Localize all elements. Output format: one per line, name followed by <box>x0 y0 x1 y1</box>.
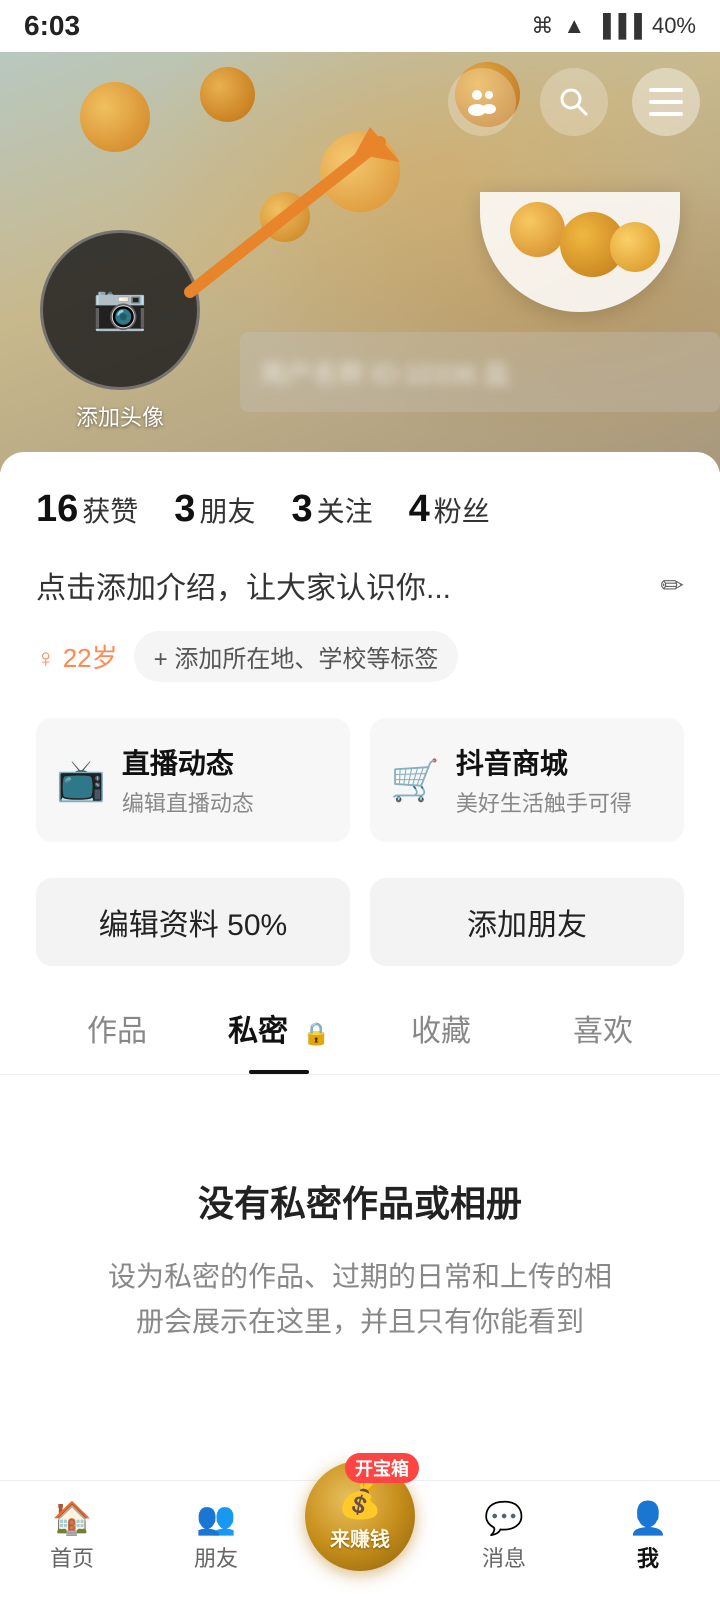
camera-icon: 📷 <box>93 281 148 333</box>
empty-state: 没有私密作品或相册 设为私密的作品、过期的日常和上传的相册会展示在这里，并且只有… <box>36 1075 684 1425</box>
signal-icon: ▐▐▐ <box>595 13 642 39</box>
tab-favorites[interactable]: 收藏 <box>360 1006 522 1074</box>
nav-home[interactable]: 🏠 首页 <box>0 1481 144 1590</box>
status-bar: 6:03 ⌘ ▲ ▐▐▐ 40% <box>0 0 720 52</box>
feature-cards: 📺 直播动态 编辑直播动态 🛒 抖音商城 美好生活触手可得 <box>36 718 684 842</box>
following-label: 关注 <box>317 490 373 530</box>
live-subtitle: 编辑直播动态 <box>122 786 254 818</box>
likes-count: 16 <box>36 488 78 531</box>
nav-earn[interactable]: 开宝箱 💰 来赚钱 <box>288 1481 432 1591</box>
username-blur-area: 用户名称 ID:10336 盐 <box>240 332 720 412</box>
cover-top-icons <box>448 68 700 136</box>
stat-likes[interactable]: 16 获赞 <box>36 488 138 531</box>
bowl-shape <box>480 192 680 312</box>
live-title: 直播动态 <box>122 742 254 782</box>
edit-profile-button[interactable]: 编辑资料 50% <box>36 878 350 966</box>
tab-works[interactable]: 作品 <box>36 1006 198 1074</box>
nav-messages-label: 消息 <box>482 1541 526 1573</box>
tab-likes-label: 喜欢 <box>573 1015 633 1048</box>
tab-private-label: 私密 <box>228 1015 288 1048</box>
likes-label: 获赞 <box>82 490 138 530</box>
stat-following[interactable]: 3 关注 <box>291 488 372 531</box>
earn-icon: 💰 <box>338 1479 383 1521</box>
feature-card-shop-text: 抖音商城 美好生活触手可得 <box>456 742 632 818</box>
tab-favorites-label: 收藏 <box>411 1015 471 1048</box>
cover-area: 📷 添加头像 用户名称 ID:10336 盐 <box>0 52 720 472</box>
me-icon: 👤 <box>628 1499 668 1537</box>
home-icon: 🏠 <box>52 1499 92 1537</box>
status-icons: ⌘ ▲ ▐▐▐ 40% <box>531 13 696 39</box>
stat-fans[interactable]: 4 粉丝 <box>409 488 490 531</box>
username-text: 用户名称 ID:10336 盐 <box>260 354 510 391</box>
add-friend-button[interactable]: 添加朋友 <box>370 878 684 966</box>
nav-friends[interactable]: 👥 朋友 <box>144 1481 288 1590</box>
bowl-fruit-1 <box>510 202 565 257</box>
nav-friends-label: 朋友 <box>194 1541 238 1573</box>
status-time: 6:03 <box>24 10 80 42</box>
feature-card-live-text: 直播动态 编辑直播动态 <box>122 742 254 818</box>
following-count: 3 <box>291 488 312 531</box>
nav-me[interactable]: 👤 我 <box>576 1481 720 1590</box>
live-icon: 📺 <box>56 757 106 804</box>
avatar-circle[interactable]: 📷 <box>40 230 200 390</box>
fans-count: 4 <box>409 488 430 531</box>
bottom-nav: 🏠 首页 👥 朋友 开宝箱 💰 来赚钱 💬 消息 👤 我 <box>0 1480 720 1600</box>
lock-icon: 🔒 <box>302 1021 329 1046</box>
bowl-fruit-3 <box>610 222 660 272</box>
feature-card-live[interactable]: 📺 直播动态 编辑直播动态 <box>36 718 350 842</box>
battery-icon: 40% <box>652 13 696 39</box>
earn-badge: 开宝箱 <box>345 1453 419 1483</box>
nav-messages[interactable]: 💬 消息 <box>432 1481 576 1590</box>
fruit-decoration-2 <box>200 67 255 122</box>
stat-friends[interactable]: 3 朋友 <box>174 488 255 531</box>
earn-button[interactable]: 开宝箱 💰 来赚钱 <box>305 1461 415 1571</box>
fruit-decoration-3 <box>320 132 400 212</box>
tabs-row: 作品 私密 🔒 收藏 喜欢 <box>0 1006 720 1075</box>
menu-icon-btn[interactable] <box>632 68 700 136</box>
gender-age-tag: ♀ 22岁 <box>36 638 118 675</box>
add-tag-button[interactable]: + 添加所在地、学校等标签 <box>134 631 459 682</box>
earn-label: 来赚钱 <box>330 1523 390 1552</box>
friends-nav-icon: 👥 <box>196 1499 236 1537</box>
avatar-area[interactable]: 📷 添加头像 <box>40 230 200 432</box>
add-avatar-label: 添加头像 <box>76 400 164 432</box>
shop-icon: 🛒 <box>390 757 440 804</box>
bio-text: 点击添加介绍，让大家认识你... <box>36 563 645 607</box>
stats-row: 16 获赞 3 朋友 3 关注 4 粉丝 <box>36 488 684 531</box>
tab-works-label: 作品 <box>87 1015 147 1048</box>
feature-card-shop[interactable]: 🛒 抖音商城 美好生活触手可得 <box>370 718 684 842</box>
shop-title: 抖音商城 <box>456 742 632 782</box>
tags-row: ♀ 22岁 + 添加所在地、学校等标签 <box>36 631 684 682</box>
nav-me-label: 我 <box>637 1541 659 1573</box>
friends-label: 朋友 <box>199 490 255 530</box>
edit-bio-icon[interactable]: ✏ <box>661 569 684 602</box>
wifi-icon: ▲ <box>563 13 585 39</box>
empty-description: 设为私密的作品、过期的日常和上传的相册会展示在这里，并且只有你能看到 <box>96 1255 624 1345</box>
fruit-decoration-1 <box>80 82 150 152</box>
fruit-decoration-5 <box>260 192 310 242</box>
empty-title: 没有私密作品或相册 <box>96 1175 624 1227</box>
messages-icon: 💬 <box>484 1499 524 1537</box>
earn-circle[interactable]: 开宝箱 💰 来赚钱 <box>305 1461 415 1571</box>
nav-home-label: 首页 <box>50 1541 94 1573</box>
friends-icon-btn[interactable] <box>448 68 516 136</box>
action-buttons: 编辑资料 50% 添加朋友 <box>36 878 684 966</box>
search-icon-btn[interactable] <box>540 68 608 136</box>
bluetooth-icon: ⌘ <box>531 13 553 39</box>
fans-label: 粉丝 <box>434 490 490 530</box>
profile-body: 16 获赞 3 朋友 3 关注 4 粉丝 点击添加介绍，让大家认识你... ✏ … <box>0 452 720 1555</box>
tab-private[interactable]: 私密 🔒 <box>198 1006 360 1074</box>
shop-subtitle: 美好生活触手可得 <box>456 786 632 818</box>
tab-likes[interactable]: 喜欢 <box>522 1006 684 1074</box>
friends-count: 3 <box>174 488 195 531</box>
bio-row[interactable]: 点击添加介绍，让大家认识你... ✏ <box>36 563 684 607</box>
